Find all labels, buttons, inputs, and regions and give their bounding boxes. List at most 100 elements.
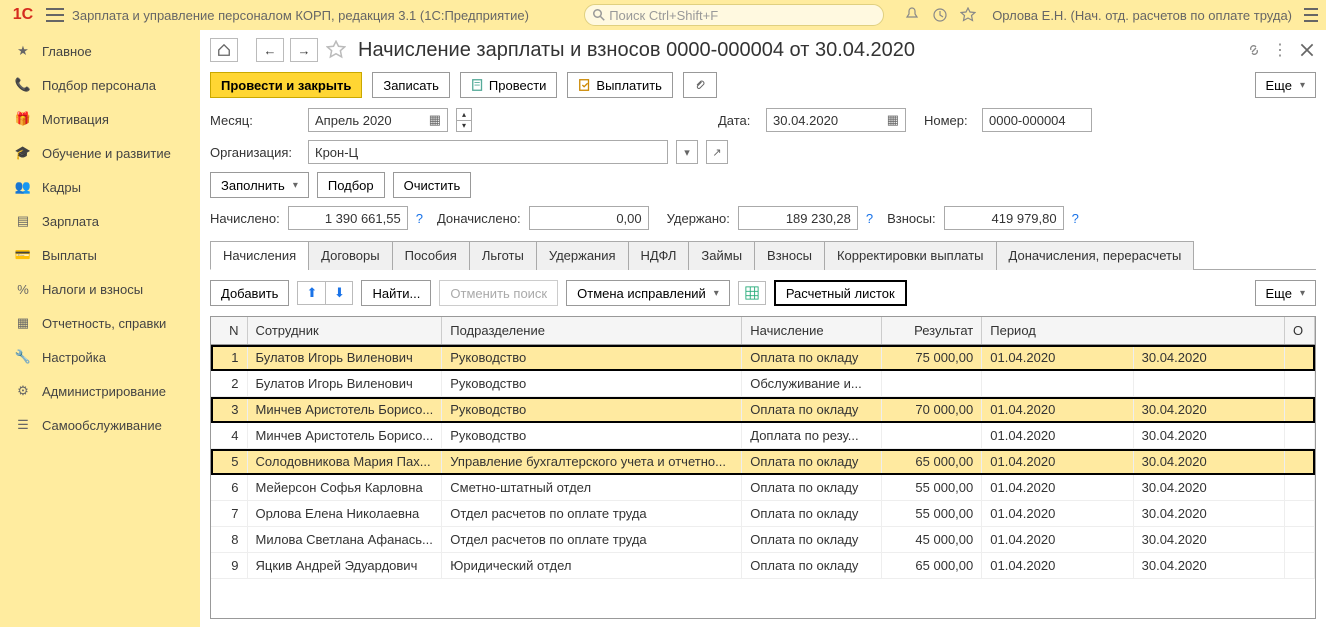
pick-button[interactable]: Подбор xyxy=(317,172,385,198)
sidebar-item-main[interactable]: ★Главное xyxy=(0,34,200,68)
move-up-button[interactable]: ⬆ xyxy=(297,281,325,305)
payslip-button[interactable]: Расчетный листок xyxy=(774,280,907,306)
sidebar-item-label: Администрирование xyxy=(42,384,166,399)
menu-icon[interactable] xyxy=(46,8,64,22)
move-down-button[interactable]: ⬇ xyxy=(325,281,353,305)
accrued-field[interactable]: 1 390 661,55 xyxy=(288,206,408,230)
contrib-field[interactable]: 419 979,80 xyxy=(944,206,1064,230)
user-label: Орлова Е.Н. (Нач. отд. расчетов по оплат… xyxy=(992,8,1292,23)
col-o[interactable]: О xyxy=(1285,317,1315,345)
table-row[interactable]: 7Орлова Елена НиколаевнаОтдел расчетов п… xyxy=(211,501,1315,527)
tab-7[interactable]: Взносы xyxy=(754,241,825,270)
close-button[interactable] xyxy=(1298,41,1316,59)
tab-2[interactable]: Пособия xyxy=(392,241,470,270)
org-label: Организация: xyxy=(210,145,300,160)
more-menu-icon[interactable]: ⋮ xyxy=(1272,40,1288,60)
tab-9[interactable]: Доначисления, перерасчеты xyxy=(996,241,1195,270)
sidebar-item-label: Кадры xyxy=(42,180,81,195)
date-field[interactable]: 30.04.2020▦ xyxy=(766,108,906,132)
sidebar-item-salary[interactable]: ▤Зарплата xyxy=(0,204,200,238)
save-button[interactable]: Записать xyxy=(372,72,450,98)
col-department[interactable]: Подразделение xyxy=(442,317,742,345)
grid-settings-button[interactable] xyxy=(738,281,766,305)
tab-3[interactable]: Льготы xyxy=(469,241,537,270)
settings-icon: 🔧 xyxy=(14,348,32,366)
payments-icon: 💳 xyxy=(14,246,32,264)
withheld-field[interactable]: 189 230,28 xyxy=(738,206,858,230)
back-button[interactable]: ← xyxy=(256,38,284,62)
sidebar-item-label: Главное xyxy=(42,44,92,59)
cancel-find-button: Отменить поиск xyxy=(439,280,558,306)
star-icon[interactable] xyxy=(960,7,976,23)
sidebar-item-settings[interactable]: 🔧Настройка xyxy=(0,340,200,374)
col-result[interactable]: Результат xyxy=(882,317,982,345)
org-dropdown-button[interactable]: ▾ xyxy=(676,140,698,164)
post-close-button[interactable]: Провести и закрыть xyxy=(210,72,362,98)
sidebar-item-payments[interactable]: 💳 Выплаты xyxy=(0,238,200,272)
clear-button[interactable]: Очистить xyxy=(393,172,472,198)
sidebar-item-label: Выплаты xyxy=(42,248,97,263)
month-label: Месяц: xyxy=(210,113,300,128)
table-more-button[interactable]: Еще xyxy=(1255,280,1316,306)
sidebar: ★Главное📞Подбор персонала🎁Мотивация🎓Обуч… xyxy=(0,30,200,627)
fill-row: Заполнить Подбор Очистить xyxy=(210,172,1316,198)
sidebar-item-label: Подбор персонала xyxy=(42,78,156,93)
form-row-org: Организация: Крон-Ц ▾ ↗ xyxy=(210,140,1316,164)
sidebar-item-taxes[interactable]: %Налоги и взносы xyxy=(0,272,200,306)
bell-icon[interactable] xyxy=(904,7,920,23)
add-button[interactable]: Добавить xyxy=(210,280,289,306)
extra-field[interactable]: 0,00 xyxy=(529,206,649,230)
tab-0[interactable]: Начисления xyxy=(210,241,309,270)
attach-button[interactable] xyxy=(683,72,717,98)
contrib-label: Взносы: xyxy=(887,211,936,226)
find-button[interactable]: Найти... xyxy=(361,280,431,306)
accrued-label: Начислено: xyxy=(210,211,280,226)
sidebar-item-staff[interactable]: 👥Кадры xyxy=(0,170,200,204)
sidebar-item-edu[interactable]: 🎓Обучение и развитие xyxy=(0,136,200,170)
table-row[interactable]: 1Булатов Игорь ВиленовичРуководствоОплат… xyxy=(211,345,1315,371)
post-button[interactable]: Провести xyxy=(460,72,558,98)
org-field[interactable]: Крон-Ц xyxy=(308,140,668,164)
help-icon[interactable]: ? xyxy=(866,211,873,226)
sidebar-item-label: Налоги и взносы xyxy=(42,282,143,297)
panel-menu-icon[interactable] xyxy=(1304,8,1318,22)
col-n[interactable]: N xyxy=(211,317,247,345)
month-field[interactable]: Апрель 2020▦ xyxy=(308,108,448,132)
org-open-button[interactable]: ↗ xyxy=(706,140,728,164)
col-accrual[interactable]: Начисление xyxy=(742,317,882,345)
col-period[interactable]: Период xyxy=(982,317,1285,345)
sidebar-item-reports[interactable]: ▦Отчетность, справки xyxy=(0,306,200,340)
tab-4[interactable]: Удержания xyxy=(536,241,629,270)
search-input[interactable]: Поиск Ctrl+Shift+F xyxy=(584,4,884,26)
favorite-star-icon[interactable] xyxy=(324,38,348,62)
help-icon[interactable]: ? xyxy=(1072,211,1079,226)
month-spin[interactable]: ▴▾ xyxy=(456,108,472,132)
tab-6[interactable]: Займы xyxy=(688,241,755,270)
home-button[interactable] xyxy=(210,38,238,62)
tab-1[interactable]: Договоры xyxy=(308,241,392,270)
table-row[interactable]: 5Солодовникова Мария Пах...Управление бу… xyxy=(211,449,1315,475)
help-icon[interactable]: ? xyxy=(416,211,423,226)
fill-button[interactable]: Заполнить xyxy=(210,172,309,198)
sidebar-item-motivation[interactable]: 🎁Мотивация xyxy=(0,102,200,136)
tab-8[interactable]: Корректировки выплаты xyxy=(824,241,997,270)
number-field[interactable]: 0000-000004 xyxy=(982,108,1092,132)
table-row[interactable]: 9Яцкив Андрей ЭдуардовичЮридический отде… xyxy=(211,553,1315,579)
history-icon[interactable] xyxy=(932,7,948,23)
sidebar-item-label: Мотивация xyxy=(42,112,109,127)
tab-5[interactable]: НДФЛ xyxy=(628,241,690,270)
cancel-corrections-button[interactable]: Отмена исправлений xyxy=(566,280,730,306)
col-employee[interactable]: Сотрудник xyxy=(247,317,442,345)
sidebar-item-admin[interactable]: ⚙Администрирование xyxy=(0,374,200,408)
sidebar-item-recruit[interactable]: 📞Подбор персонала xyxy=(0,68,200,102)
link-icon[interactable] xyxy=(1246,42,1262,58)
forward-button[interactable]: → xyxy=(290,38,318,62)
table-row[interactable]: 6Мейерсон Софья КарловнаСметно-штатный о… xyxy=(211,475,1315,501)
table-row[interactable]: 8Милова Светлана Афанась...Отдел расчето… xyxy=(211,527,1315,553)
table-row[interactable]: 4Минчев Аристотель Борисо...РуководствоД… xyxy=(211,423,1315,449)
more-button[interactable]: Еще xyxy=(1255,72,1316,98)
table-row[interactable]: 3Минчев Аристотель Борисо...РуководствоО… xyxy=(211,397,1315,423)
sidebar-item-selfservice[interactable]: ☰Самообслуживание xyxy=(0,408,200,442)
table-row[interactable]: 2Булатов Игорь ВиленовичРуководствоОбслу… xyxy=(211,371,1315,397)
pay-button[interactable]: Выплатить xyxy=(567,72,673,98)
